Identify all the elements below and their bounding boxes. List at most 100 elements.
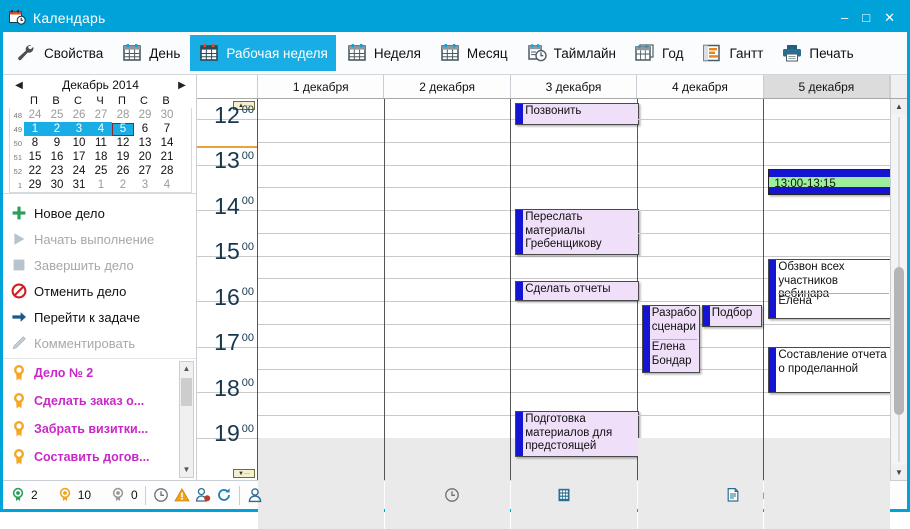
mini-calendar-day[interactable]: 10 xyxy=(68,136,90,150)
action-item-4[interactable]: Отменить дело xyxy=(11,278,196,304)
day-header-5[interactable]: 5 декабря xyxy=(763,75,891,98)
mini-calendar-day[interactable]: 20 xyxy=(134,150,156,164)
prev-month-button[interactable]: ◀ xyxy=(13,80,25,91)
mini-calendar-day[interactable]: 29 xyxy=(134,108,156,122)
mini-calendar-day[interactable]: 26 xyxy=(68,108,90,122)
mini-calendar-day[interactable]: 6 xyxy=(134,122,156,136)
mini-calendar-day[interactable]: 27 xyxy=(134,164,156,178)
mini-calendar-day[interactable]: 17 xyxy=(68,150,90,164)
mini-calendar-day[interactable]: 12 xyxy=(112,136,134,150)
mini-calendar-day[interactable]: 2 xyxy=(46,122,68,136)
mini-calendar-day[interactable]: 24 xyxy=(24,108,46,122)
mini-calendar-grid[interactable]: 48 24 25 26 27 28 29 30 49 1 2 3 4 5 6 7 50 8 9 10 11 12 13 14 5… xyxy=(9,108,192,193)
mini-calendar-day[interactable]: 28 xyxy=(112,108,134,122)
task-list-scrollbar[interactable]: ▲ ▼ xyxy=(179,361,194,478)
mini-calendar-day[interactable]: 31 xyxy=(68,178,90,192)
day-column-2[interactable] xyxy=(384,99,512,529)
scroll-down-icon[interactable]: ▼ xyxy=(180,463,193,477)
mini-calendar-day[interactable]: 25 xyxy=(46,108,68,122)
mini-calendar-day[interactable]: 2 xyxy=(112,178,134,192)
toolbar-item-month[interactable]: Месяц xyxy=(431,35,516,71)
scrollbar-thumb[interactable] xyxy=(181,378,192,406)
mini-calendar-day[interactable]: 3 xyxy=(68,122,90,136)
calendar-scrollbar[interactable]: ▲ ▼ xyxy=(890,99,907,480)
appointment-block[interactable]: Сделать отчеты xyxy=(515,281,640,301)
task-item[interactable]: Забрать визитки... xyxy=(3,415,196,443)
time-scroll-down-hint[interactable]: ▼··· xyxy=(233,469,255,478)
mini-calendar-day[interactable]: 15 xyxy=(24,150,46,164)
mini-calendar-day[interactable]: 29 xyxy=(24,178,46,192)
action-item-5[interactable]: Перейти к задаче xyxy=(11,304,196,330)
appointment-block[interactable]: Разрабо сценари Елена Бондар xyxy=(641,305,700,373)
mini-calendar-day[interactable]: 14 xyxy=(156,136,178,150)
minimize-button[interactable]: – xyxy=(841,11,848,24)
task-item[interactable]: Сделать заказ о... xyxy=(3,387,196,415)
mini-calendar-day[interactable]: 28 xyxy=(156,164,178,178)
calendar-clock-icon xyxy=(526,43,548,63)
day-header-4[interactable]: 4 декабря xyxy=(637,75,764,98)
day-header-3[interactable]: 3 декабря xyxy=(510,75,638,98)
mini-calendar-day[interactable]: 16 xyxy=(46,150,68,164)
mini-calendar-day[interactable]: 4 xyxy=(90,122,112,136)
mini-calendar-day[interactable]: 18 xyxy=(90,150,112,164)
warning-icon[interactable] xyxy=(174,487,190,503)
scroll-up-icon[interactable]: ▲ xyxy=(891,99,907,114)
mini-calendar-day[interactable]: 13 xyxy=(134,136,156,150)
appointment-block[interactable]: Позвонить xyxy=(515,103,640,125)
mini-calendar-day[interactable]: 30 xyxy=(156,108,178,122)
mini-calendar-day[interactable]: 11 xyxy=(90,136,112,150)
day-column-5[interactable]: 13:00-13:15 Обзвон всех участников вебина… xyxy=(764,99,893,529)
maximize-button[interactable]: □ xyxy=(862,11,870,24)
task-item[interactable]: Составить догов... xyxy=(3,443,196,471)
mini-calendar-day[interactable]: 19 xyxy=(112,150,134,164)
mini-calendar-day[interactable]: 30 xyxy=(46,178,68,192)
toolbar-item-day[interactable]: День xyxy=(113,35,188,71)
day-columns[interactable]: Позвонить Переслать материалы Гребенщиков… xyxy=(258,99,893,529)
action-item-1[interactable]: Новое дело xyxy=(11,200,196,226)
mini-calendar-day[interactable]: 27 xyxy=(90,108,112,122)
toolbar-item-timeline[interactable]: Таймлайн xyxy=(518,35,624,71)
toolbar-item-print[interactable]: Печать xyxy=(773,35,861,71)
close-button[interactable]: ✕ xyxy=(884,11,895,24)
toolbar-item-week[interactable]: Неделя xyxy=(338,35,429,71)
day-header-2[interactable]: 2 декабря xyxy=(384,75,511,98)
toolbar-item-year[interactable]: Год xyxy=(626,35,692,71)
mini-calendar-day[interactable]: 24 xyxy=(68,164,90,178)
toolbar-item-workweek[interactable]: Рабочая неделя xyxy=(190,35,336,71)
scrollbar-thumb[interactable] xyxy=(894,267,904,415)
selection-handle-top[interactable] xyxy=(769,170,892,177)
mini-calendar-day[interactable]: 3 xyxy=(134,178,156,192)
clock-icon[interactable] xyxy=(153,487,169,503)
toolbar-item-gantt[interactable]: Гантт xyxy=(693,35,771,71)
mini-calendar-day[interactable]: 22 xyxy=(24,164,46,178)
mini-calendar-day[interactable]: 8 xyxy=(24,136,46,150)
appointment-block[interactable]: 13:00-13:15 xyxy=(768,169,893,195)
day-column-3[interactable]: Позвонить Переслать материалы Гребенщиков… xyxy=(511,99,640,529)
day-column-1[interactable] xyxy=(258,99,385,529)
mini-calendar-day[interactable]: 25 xyxy=(90,164,112,178)
day-column-4[interactable]: Разрабо сценари Елена Бондар Подбор xyxy=(637,99,765,529)
task-list[interactable]: Дело № 2 Сделать заказ о... Забрать визитк… xyxy=(3,358,196,480)
scroll-down-icon[interactable]: ▼ xyxy=(891,465,907,480)
next-month-button[interactable]: ▶ xyxy=(176,80,188,91)
mini-calendar-day[interactable]: 9 xyxy=(46,136,68,150)
mini-calendar-day[interactable]: 21 xyxy=(156,150,178,164)
day-header-1[interactable]: 1 декабря xyxy=(258,75,385,98)
mini-calendar-day[interactable]: 26 xyxy=(112,164,134,178)
mini-calendar-day[interactable]: 23 xyxy=(46,164,68,178)
mini-calendar-day[interactable]: 1 xyxy=(24,122,46,136)
mini-calendar-day[interactable]: 5 xyxy=(112,122,134,136)
toolbar-item-properties[interactable]: Свойства xyxy=(8,35,111,71)
scroll-up-icon[interactable]: ▲ xyxy=(180,362,193,376)
appointment-block[interactable]: Переслать материалы Гребенщикову xyxy=(515,209,640,255)
refresh-icon[interactable] xyxy=(216,487,232,503)
appointment-block[interactable]: Подготовка материалов для предстоящей xyxy=(515,411,640,457)
mini-calendar-day[interactable]: 1 xyxy=(90,178,112,192)
appointment-block[interactable]: Подбор xyxy=(701,305,762,327)
mini-calendar-day[interactable]: 4 xyxy=(156,178,178,192)
appointment-block[interactable]: Обзвон всех участников вебинара Елена xyxy=(768,259,893,319)
appointment-block[interactable]: Составление отчета о проделанной xyxy=(768,347,893,393)
user-alert-icon[interactable] xyxy=(195,487,211,503)
task-item[interactable]: Дело № 2 xyxy=(3,359,196,387)
mini-calendar-day[interactable]: 7 xyxy=(156,122,178,136)
